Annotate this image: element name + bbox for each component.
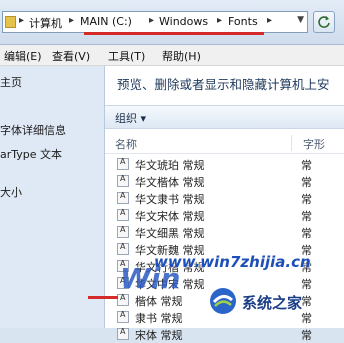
font-style: 常 (301, 210, 312, 223)
column-header-row: 名称 字形 (105, 133, 344, 154)
nav-item-size[interactable]: 大小 (0, 184, 22, 200)
watermark-logo-icon (210, 288, 236, 314)
font-name: 楷体 常规 (135, 295, 183, 308)
font-style: 常 (301, 329, 312, 342)
font-file-icon (117, 191, 129, 204)
menu-bar: 编辑(E) 查看(V) 工具(T) 帮助(H) (0, 45, 344, 66)
chevron-right-icon[interactable]: ▸ (19, 15, 24, 26)
column-header-name[interactable]: 名称 (115, 136, 137, 152)
chevron-right-icon[interactable]: ▸ (217, 15, 222, 26)
left-nav-pane: 主页 字体详细信息 arType 文本 大小 (0, 66, 105, 328)
list-item[interactable]: 华文楷体 常规 常 (105, 173, 344, 190)
font-style: 常 (301, 193, 312, 206)
list-item[interactable]: 华文细黑 常规 常 (105, 224, 344, 241)
nav-item-home[interactable]: 主页 (0, 74, 22, 90)
font-file-icon (117, 174, 129, 187)
address-bar[interactable]: ▸ 计算机 ▸ MAIN (C:) ▸ Windows ▸ Fonts ▸ ▼ (2, 11, 308, 33)
list-item[interactable]: 华文琥珀 常规 常 (105, 156, 344, 173)
list-item[interactable]: 华文宋体 常规 常 (105, 207, 344, 224)
font-name: 华文隶书 常规 (135, 193, 205, 206)
column-divider[interactable] (291, 135, 292, 151)
red-pointer-line (88, 296, 118, 299)
menu-view[interactable]: 查看(V) (52, 48, 90, 64)
chevron-right-icon[interactable]: ▸ (267, 15, 272, 26)
column-header-style[interactable]: 字形 (303, 136, 325, 152)
address-bar-area: ▸ 计算机 ▸ MAIN (C:) ▸ Windows ▸ Fonts ▸ ▼ (0, 0, 344, 45)
font-file-icon (117, 225, 129, 238)
menu-edit[interactable]: 编辑(E) (4, 48, 42, 64)
chevron-right-icon[interactable]: ▸ (69, 15, 74, 26)
list-item[interactable]: 华文隶书 常规 常 (105, 190, 344, 207)
red-highlight-underline (84, 32, 264, 35)
font-style: 常 (301, 278, 312, 291)
font-style: 常 (301, 312, 312, 325)
font-style: 常 (301, 227, 312, 240)
refresh-button[interactable] (313, 11, 335, 33)
folder-icon (5, 16, 16, 28)
font-file-icon (117, 293, 129, 306)
organize-button[interactable]: 组织 ▾ (115, 110, 146, 126)
font-file-icon (117, 208, 129, 221)
font-file-icon (117, 242, 129, 255)
font-name: 华文细黑 常规 (135, 227, 205, 240)
breadcrumb-fonts[interactable]: Fonts (228, 15, 258, 28)
font-name: 宋体 常规 (135, 329, 183, 342)
font-name: 华文楷体 常规 (135, 176, 205, 189)
font-file-icon (117, 327, 129, 340)
font-file-icon (117, 157, 129, 170)
page-title: 预览、删除或者显示和隐藏计算机上安 (117, 77, 330, 92)
breadcrumb-drive[interactable]: MAIN (C:) (80, 15, 132, 28)
font-name: 华文琥珀 常规 (135, 159, 205, 172)
watermark-url: www.win7zhijia.cn (154, 253, 311, 271)
font-file-icon (117, 310, 129, 323)
menu-help[interactable]: 帮助(H) (162, 48, 201, 64)
toolbar: 组织 ▾ (105, 105, 344, 129)
refresh-icon (318, 16, 330, 28)
font-name: 隶书 常规 (135, 312, 183, 325)
menu-tools[interactable]: 工具(T) (108, 48, 145, 64)
list-item[interactable]: 宋体 常规 常 (105, 326, 344, 343)
chevron-down-icon[interactable]: ▼ (297, 15, 304, 25)
font-style: 常 (301, 176, 312, 189)
font-style: 常 (301, 159, 312, 172)
nav-item-font-details[interactable]: 字体详细信息 (0, 122, 66, 138)
nav-item-cleartype[interactable]: arType 文本 (0, 146, 62, 162)
watermark-title: 系统之家 (242, 294, 303, 312)
chevron-right-icon[interactable]: ▸ (149, 15, 154, 26)
font-name: 华文宋体 常规 (135, 210, 205, 223)
breadcrumb-windows[interactable]: Windows (159, 15, 208, 28)
breadcrumb-computer[interactable]: 计算机 (29, 15, 62, 31)
font-style: 常 (301, 295, 312, 308)
